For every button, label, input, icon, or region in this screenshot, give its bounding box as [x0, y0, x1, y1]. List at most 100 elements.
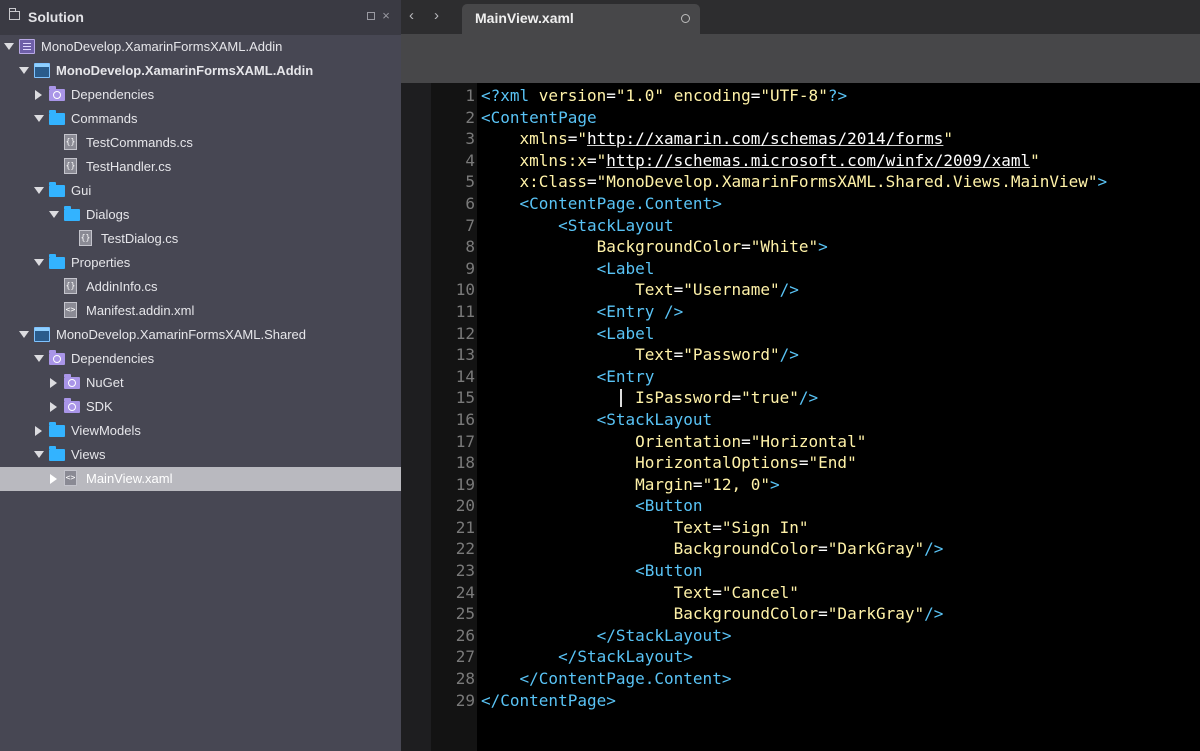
expander-down-icon[interactable]	[4, 43, 14, 50]
expander-down-icon[interactable]	[49, 211, 59, 218]
tree-item[interactable]: {} TestHandler.cs	[0, 155, 401, 179]
code-text: <StackLayout	[481, 215, 674, 237]
expander-down-icon[interactable]	[34, 187, 44, 194]
tab-label: MainView.xaml	[475, 10, 574, 26]
code-token: "MonoDevelop.XamarinFormsXAML.Shared.Vie…	[596, 172, 1098, 192]
code-line: 7 <StackLayout	[431, 215, 1200, 237]
tree-item[interactable]: Commands	[0, 107, 401, 131]
code-token: />	[924, 539, 944, 559]
expander-right-icon[interactable]	[50, 474, 57, 484]
editor-left-margin	[401, 83, 431, 751]
text-caret	[620, 389, 622, 407]
code-token: "White"	[750, 237, 819, 257]
expander-right-icon[interactable]	[50, 378, 57, 388]
tree-item-label: MonoDevelop.XamarinFormsXAML.Shared	[56, 327, 306, 342]
code-text: </ContentPage>	[481, 690, 616, 712]
folder-icon	[49, 422, 65, 437]
code-token: Text	[635, 280, 674, 300]
line-number: 21	[455, 517, 475, 537]
folder-icon	[49, 110, 65, 125]
code-line: 21 Text="Sign In"	[431, 517, 1200, 539]
expander-down-icon[interactable]	[34, 259, 44, 266]
references-icon	[49, 350, 65, 365]
expander-down-icon[interactable]	[34, 355, 44, 362]
tree-item[interactable]: ViewModels	[0, 419, 401, 443]
code-text: xmlns:x="http://schemas.microsoft.com/wi…	[481, 150, 1040, 172]
tree-item[interactable]: Dependencies	[0, 83, 401, 107]
expander-right-icon[interactable]	[35, 90, 42, 100]
nav-back-button[interactable]: ‹	[409, 8, 414, 23]
tree-item[interactable]: Dependencies	[0, 347, 401, 371]
expander-down-icon[interactable]	[19, 331, 29, 338]
line-number: 29	[455, 690, 475, 710]
tree-item[interactable]: Gui	[0, 179, 401, 203]
code-token: "Password"	[683, 345, 780, 365]
line-number: 15	[455, 388, 475, 408]
tree-item-label: TestDialog.cs	[101, 231, 179, 246]
line-number: 4	[465, 150, 475, 170]
tree-item[interactable]: {} AddinInfo.cs	[0, 275, 401, 299]
tree-item[interactable]: MonoDevelop.XamarinFormsXAML.Addin	[0, 59, 401, 83]
tree-item[interactable]: <> Manifest.addin.xml	[0, 299, 401, 323]
tree-item[interactable]: {} TestCommands.cs	[0, 131, 401, 155]
expander-right-icon[interactable]	[35, 426, 42, 436]
solution-tree: MonoDevelop.XamarinFormsXAML.Addin MonoDe…	[0, 35, 401, 491]
line-number: 1	[465, 86, 475, 105]
code-token: ?>	[827, 86, 848, 105]
code-text: Text="Cancel"	[481, 582, 799, 604]
nav-forward-button[interactable]: ›	[434, 8, 439, 23]
csharp-file-icon: {}	[64, 158, 77, 174]
code-line: 25 BackgroundColor="DarkGray"/>	[431, 603, 1200, 625]
expander-right-icon[interactable]	[50, 402, 57, 412]
project-icon	[34, 63, 50, 78]
code-token: "	[596, 150, 607, 170]
xml-file-icon: <>	[64, 470, 77, 486]
tab-close-icon[interactable]	[681, 14, 690, 23]
expander-down-icon[interactable]	[34, 451, 44, 458]
code-token: "true"	[741, 388, 799, 408]
tree-item[interactable]: MonoDevelop.XamarinFormsXAML.Addin	[0, 35, 401, 59]
code-text: xmlns="http://xamarin.com/schemas/2014/f…	[481, 128, 954, 150]
tree-item[interactable]: <> MainView.xaml	[0, 467, 401, 491]
code-token: />	[924, 604, 944, 624]
pad-close-button[interactable]: ×	[380, 9, 392, 22]
tree-item-label: Manifest.addin.xml	[86, 303, 195, 318]
code-token: >	[770, 474, 780, 494]
tab-mainview-xaml[interactable]: MainView.xaml	[462, 4, 700, 34]
code-line: 10 Text="Username"/>	[431, 279, 1200, 301]
expander-down-icon[interactable]	[19, 67, 29, 74]
solution-icon	[19, 39, 35, 54]
expander-down-icon[interactable]	[34, 115, 44, 122]
solution-pad: Solution × MonoDevelop.XamarinFormsXAML.…	[0, 0, 401, 751]
tree-item-label: MonoDevelop.XamarinFormsXAML.Addin	[56, 63, 314, 78]
code-text: <Label	[481, 258, 655, 280]
tree-item[interactable]: {} TestDialog.cs	[0, 227, 401, 251]
csharp-file-icon: {}	[64, 278, 77, 294]
tree-item[interactable]: Dialogs	[0, 203, 401, 227]
tree-item[interactable]: NuGet	[0, 371, 401, 395]
line-number: 10	[455, 280, 475, 300]
code-lines: 1 <?xml version="1.0" encoding="UTF-8"?> 2…	[431, 85, 1200, 711]
line-number: 5	[465, 172, 475, 192]
tree-item[interactable]: Views	[0, 443, 401, 467]
line-number: 18	[455, 453, 475, 473]
code-text: </StackLayout>	[481, 646, 693, 668]
code-token: "	[577, 129, 587, 149]
tree-item[interactable]: MonoDevelop.XamarinFormsXAML.Shared	[0, 323, 401, 347]
code-token: BackgroundColor	[596, 237, 742, 257]
csharp-file-icon: {}	[64, 134, 77, 150]
code-token: =	[567, 129, 578, 149]
code-text: </ContentPage.Content>	[481, 668, 732, 690]
tree-item[interactable]: Properties	[0, 251, 401, 275]
code-text: <ContentPage	[481, 107, 597, 129]
tree-item[interactable]: SDK	[0, 395, 401, 419]
tree-item-label: Commands	[71, 111, 138, 126]
code-token: <Button	[635, 496, 703, 516]
code-editor[interactable]: 1 <?xml version="1.0" encoding="UTF-8"?> 2…	[401, 83, 1200, 751]
pad-dock-button[interactable]	[365, 10, 377, 22]
